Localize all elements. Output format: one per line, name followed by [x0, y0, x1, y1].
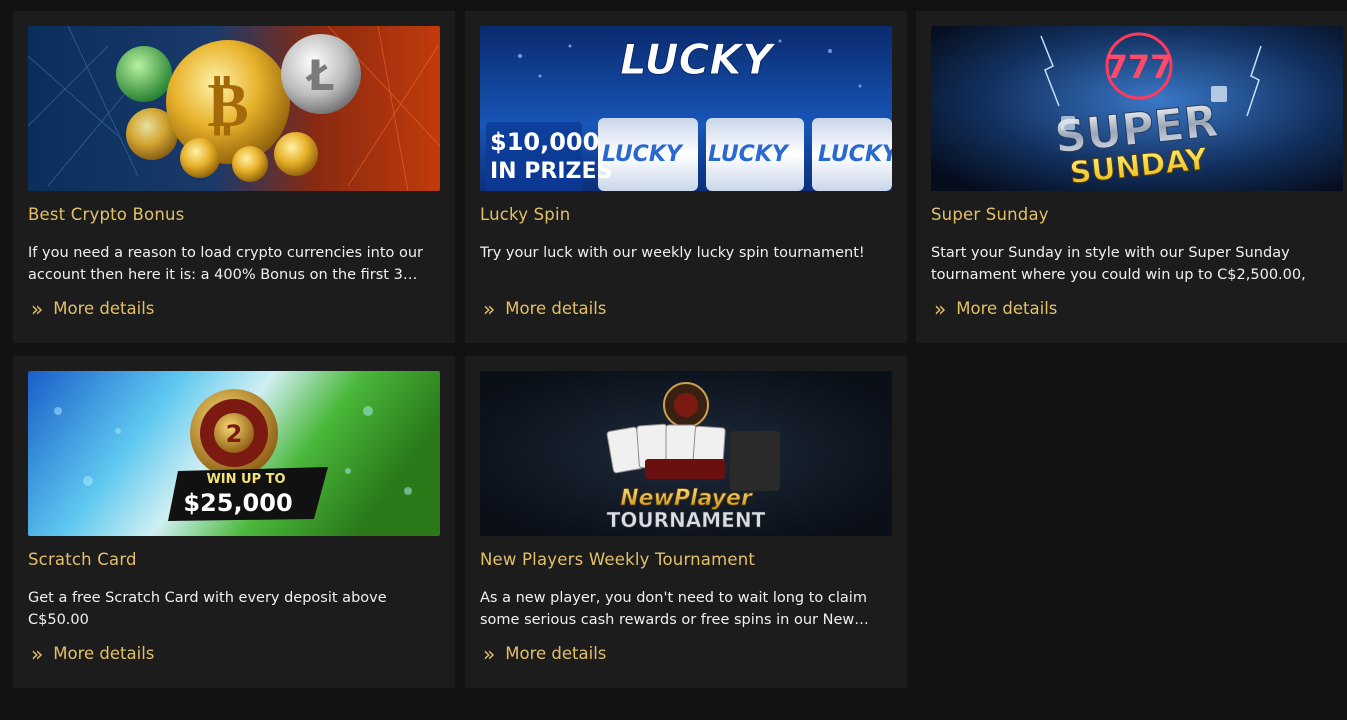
svg-text:$10,000: $10,000 [490, 128, 599, 156]
promo-title[interactable]: Lucky Spin [480, 205, 570, 224]
promo-description: Get a free Scratch Card with every depos… [28, 590, 387, 628]
svg-text:LUCKY: LUCKY [818, 142, 892, 167]
promo-banner-new-players[interactable]: NewPlayer TOURNAMENT [480, 371, 892, 536]
chevron-right-icon: » [483, 296, 496, 321]
scratch-card-image: 2 WIN UP TO $25,000 [28, 371, 440, 536]
svg-text:$25,000: $25,000 [183, 489, 292, 517]
promo-title[interactable]: Super Sunday [931, 205, 1049, 224]
more-details-label: More details [505, 299, 607, 318]
chevron-right-icon: » [934, 296, 947, 321]
chevron-right-icon: » [31, 641, 44, 666]
svg-text:Ł: Ł [306, 51, 335, 100]
promo-description: If you need a reason to load crypto curr… [28, 245, 424, 283]
promo-title[interactable]: New Players Weekly Tournament [480, 550, 755, 569]
svg-text:LUCKY: LUCKY [620, 35, 776, 84]
more-details-link[interactable]: » More details [31, 641, 155, 666]
promo-card-super-sunday: 777 SUPER SUNDAY Super Sunday Start your… [916, 11, 1347, 343]
chevron-right-icon: » [483, 641, 496, 666]
promo-description: Try your luck with our weekly lucky spin… [480, 245, 865, 261]
more-details-label: More details [505, 644, 607, 663]
lucky-spin-image: LUCKY LUCKY LUCKY LUCKY $10,000 IN PRIZE… [480, 26, 892, 191]
promo-banner-lucky-spin[interactable]: LUCKY LUCKY LUCKY LUCKY $10,000 IN PRIZE… [480, 26, 892, 191]
promo-title[interactable]: Scratch Card [28, 550, 137, 569]
more-details-label: More details [956, 299, 1058, 318]
promo-banner-crypto[interactable]: ₿ Ł [28, 26, 440, 191]
super-sunday-image: 777 SUPER SUNDAY [931, 26, 1343, 191]
more-details-link[interactable]: » More details [483, 296, 607, 321]
svg-text:WIN UP TO: WIN UP TO [206, 472, 285, 487]
promo-banner-scratch[interactable]: 2 WIN UP TO $25,000 [28, 371, 440, 536]
promo-banner-super-sunday[interactable]: 777 SUPER SUNDAY [931, 26, 1343, 191]
promo-description: As a new player, you don't need to wait … [480, 590, 869, 628]
crypto-coins-image: ₿ Ł [28, 26, 440, 191]
promo-description: Start your Sunday in style with our Supe… [931, 245, 1306, 283]
chevron-right-icon: » [31, 296, 44, 321]
more-details-link[interactable]: » More details [934, 296, 1058, 321]
promo-title[interactable]: Best Crypto Bonus [28, 205, 184, 224]
promo-card-crypto: ₿ Ł Best Crypto Bonus If you need a reas… [13, 11, 455, 343]
promo-card-lucky-spin: LUCKY LUCKY LUCKY LUCKY $10,000 IN PRIZE… [465, 11, 907, 343]
more-details-label: More details [53, 299, 155, 318]
promotions-grid: ₿ Ł Best Crypto Bonus If you need a reas… [0, 0, 1347, 720]
svg-text:2: 2 [226, 420, 243, 448]
new-player-tournament-image: NewPlayer TOURNAMENT [480, 371, 892, 536]
promo-card-new-players: NewPlayer TOURNAMENT New Players Weekly … [465, 356, 907, 688]
svg-text:TOURNAMENT: TOURNAMENT [607, 508, 766, 532]
svg-text:LUCKY: LUCKY [602, 142, 684, 167]
svg-text:777: 777 [1106, 48, 1173, 86]
promo-card-scratch: 2 WIN UP TO $25,000 Scratch Card Get a f… [13, 356, 455, 688]
svg-text:IN PRIZES: IN PRIZES [490, 159, 612, 184]
more-details-link[interactable]: » More details [483, 641, 607, 666]
svg-text:LUCKY: LUCKY [708, 142, 790, 167]
more-details-label: More details [53, 644, 155, 663]
more-details-link[interactable]: » More details [31, 296, 155, 321]
svg-text:₿: ₿ [207, 68, 248, 141]
